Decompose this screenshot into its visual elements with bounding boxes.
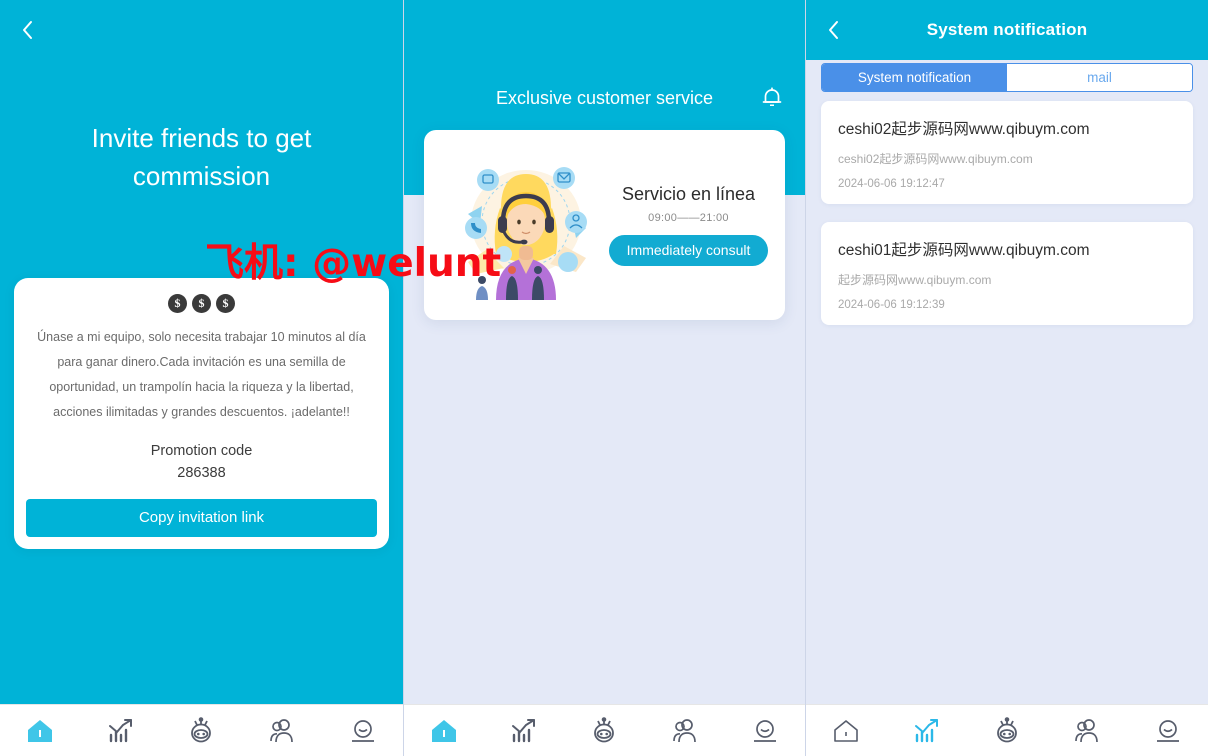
notification-title: ceshi01起步源码网www.qibuym.com [838,242,1090,259]
tab-mail[interactable]: mail [1007,64,1192,91]
tabbar-item-market[interactable] [903,714,951,748]
coin-icons-row: $ $ $ [14,294,389,313]
service-name: Servicio en línea [621,183,756,204]
customer-service-card: Servicio en línea 09:00——21:00 Immediate… [424,130,785,320]
tabbar-item-home[interactable] [420,714,468,748]
coin-icon: $ [216,294,235,313]
immediately-consult-button[interactable]: Immediately consult [608,234,769,267]
list-item[interactable]: ceshi01起步源码网www.qibuym.com 起步源码网www.qibu… [821,222,1193,325]
tab-system-notification[interactable]: System notification [822,64,1007,91]
promotion-code-label: Promotion code [150,443,253,459]
notification-tab-switch: System notification mail [821,63,1193,92]
notification-page-title: System notification [926,20,1088,39]
notification-timestamp: 2024-06-06 19:12:47 [838,178,945,190]
tabbar-item-profile[interactable] [339,714,387,748]
invite-description: Únase a mi equipo, solo necesita trabaja… [37,330,366,419]
three-panel-screenshot: Invite friends to get commission $ $ $ Ú… [0,0,1208,756]
invite-hero-title: Invite friends to get commission [91,122,312,191]
tabbar-item-team[interactable] [661,714,709,748]
tabbar-item-team[interactable] [1063,714,1111,748]
tabbar-item-market[interactable] [500,714,548,748]
tabbar-panel-2 [404,704,805,756]
tabbar-item-robot[interactable] [983,714,1031,748]
customer-service-agent-illustration [446,150,606,300]
tabbar-item-home[interactable] [16,714,64,748]
notification-timestamp: 2024-06-06 19:12:39 [838,299,945,311]
tabbar-item-team[interactable] [258,714,306,748]
panel-invite-friends: Invite friends to get commission $ $ $ Ú… [0,0,403,756]
notification-list: ceshi02起步源码网www.qibuym.com ceshi02起步源码网w… [821,101,1193,343]
tabbar-item-market[interactable] [97,714,145,748]
notification-header: System notification [806,0,1208,60]
service-hero-title: Exclusive customer service [495,88,714,108]
tabbar-item-robot[interactable] [177,714,225,748]
notification-title: ceshi02起步源码网www.qibuym.com [838,121,1090,138]
promotion-code-block: Promotion code 286388 [14,441,389,485]
list-item[interactable]: ceshi02起步源码网www.qibuym.com ceshi02起步源码网w… [821,101,1193,204]
coin-icon: $ [192,294,211,313]
invite-card: $ $ $ Únase a mi equipo, solo necesita t… [14,278,389,549]
invite-header [0,0,403,60]
notification-subtitle: ceshi02起步源码网www.qibuym.com [838,152,1033,166]
service-hours: 09:00——21:00 [648,211,729,224]
panel-customer-service: Exclusive customer service Servicio en l… [403,0,805,756]
invite-hero: Invite friends to get commission [0,60,403,255]
tabbar-item-profile[interactable] [1144,714,1192,748]
back-chevron-icon[interactable] [16,19,38,41]
tabbar-item-profile[interactable] [741,714,789,748]
tabbar-panel-1 [0,704,403,756]
coin-icon: $ [168,294,187,313]
service-info: Servicio en línea 09:00——21:00 Immediate… [606,184,785,267]
tabbar-item-robot[interactable] [580,714,628,748]
back-chevron-icon[interactable] [822,19,844,41]
tabbar-panel-3 [806,704,1208,756]
tabbar-item-home[interactable] [822,714,870,748]
notification-subtitle: 起步源码网www.qibuym.com [838,273,992,287]
copy-invitation-link-button[interactable]: Copy invitation link [26,498,377,537]
promotion-code-value: 286388 [177,464,226,481]
panel-system-notification: System notification System notification … [805,0,1208,756]
